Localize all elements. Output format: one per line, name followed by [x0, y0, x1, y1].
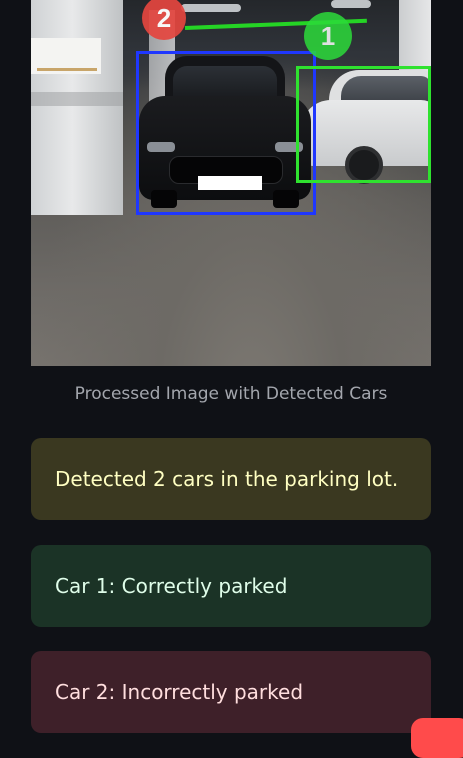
- ceiling-light: [331, 0, 371, 8]
- alert-text: Car 2: Incorrectly parked: [55, 680, 304, 704]
- ceiling-light: [181, 4, 241, 12]
- processed-image: 2 1: [31, 0, 431, 366]
- detection-box-car-2: [136, 51, 316, 215]
- car-marker-1: 1: [304, 12, 352, 60]
- detection-summary-alert: Detected 2 cars in the parking lot.: [31, 438, 431, 520]
- pillar-stripe: [31, 92, 123, 106]
- alert-text: Car 1: Correctly parked: [55, 574, 288, 598]
- image-caption: Processed Image with Detected Cars: [74, 384, 388, 404]
- pillar-sign-line: [37, 68, 97, 71]
- car-2-status-alert: Car 2: Incorrectly parked: [31, 651, 431, 733]
- floating-action-button[interactable]: [411, 718, 463, 758]
- alert-text: Detected 2 cars in the parking lot.: [55, 467, 399, 491]
- detection-box-car-1: [296, 66, 431, 183]
- car-1-status-alert: Car 1: Correctly parked: [31, 545, 431, 627]
- pillar: [31, 0, 123, 215]
